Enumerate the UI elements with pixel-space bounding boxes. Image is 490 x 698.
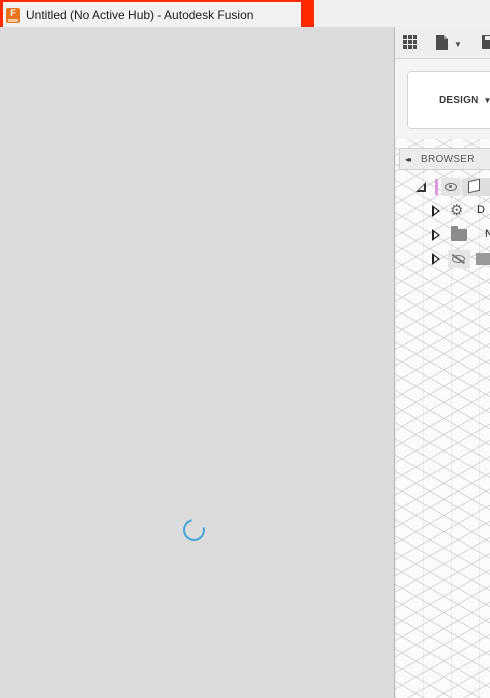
workspace-switcher-button[interactable]: DESIGN ▼ [407, 71, 490, 129]
folder-icon [476, 253, 490, 265]
expand-right-icon[interactable] [432, 205, 440, 217]
fusion-app-icon: F [6, 7, 20, 23]
file-dropdown-caret-icon[interactable]: ▼ [454, 38, 462, 52]
apps-grid-icon[interactable] [403, 35, 417, 49]
tree-row-settings[interactable]: ⚙ D [399, 201, 490, 221]
expand-right-icon[interactable] [432, 229, 440, 241]
file-icon[interactable] [436, 35, 448, 50]
app-icon-underline [8, 18, 18, 22]
browser-header[interactable]: ◂◂ BROWSER [399, 148, 490, 170]
eye-icon [445, 183, 457, 191]
app-icon-letter: F [10, 7, 16, 18]
folder-icon [451, 226, 467, 241]
window-title: Untitled (No Active Hub) - Autodesk Fusi… [26, 8, 254, 22]
application-toolbar: ▼ [395, 27, 490, 59]
component-cube-icon [468, 178, 480, 194]
visibility-toggle[interactable] [448, 250, 470, 268]
workspace-area: DESIGN ▼ [395, 59, 490, 139]
fusion-panel: ▼ DESIGN ▼ ◂◂ BROWSER [394, 27, 490, 698]
loading-canvas [0, 27, 394, 698]
tree-row-label: N [485, 228, 490, 240]
visibility-toggle[interactable] [441, 178, 461, 196]
fusion-window: F Untitled (No Active Hub) - Autodesk Fu… [0, 0, 490, 698]
workspace-caret-icon: ▼ [484, 96, 490, 105]
tree-row-root[interactable] [399, 177, 490, 197]
collapse-browser-icon[interactable]: ◂◂ [405, 155, 411, 164]
expand-down-icon[interactable] [416, 182, 426, 192]
tree-row-hidden[interactable] [399, 249, 490, 269]
active-indicator [435, 179, 438, 195]
tree-row-label: D [477, 204, 485, 216]
browser-panel: ◂◂ BROWSER ⚙ D N [399, 148, 490, 288]
title-inner: F Untitled (No Active Hub) - Autodesk Fu… [3, 2, 301, 28]
workspace-label: DESIGN [439, 94, 479, 106]
expand-right-icon[interactable] [432, 253, 440, 265]
tree-row-named-views[interactable]: N [399, 225, 490, 245]
browser-title: BROWSER [421, 153, 475, 165]
save-icon[interactable] [482, 35, 490, 49]
hidden-eye-icon [452, 255, 465, 263]
component-node[interactable] [462, 178, 490, 196]
gear-icon: ⚙ [450, 202, 464, 219]
